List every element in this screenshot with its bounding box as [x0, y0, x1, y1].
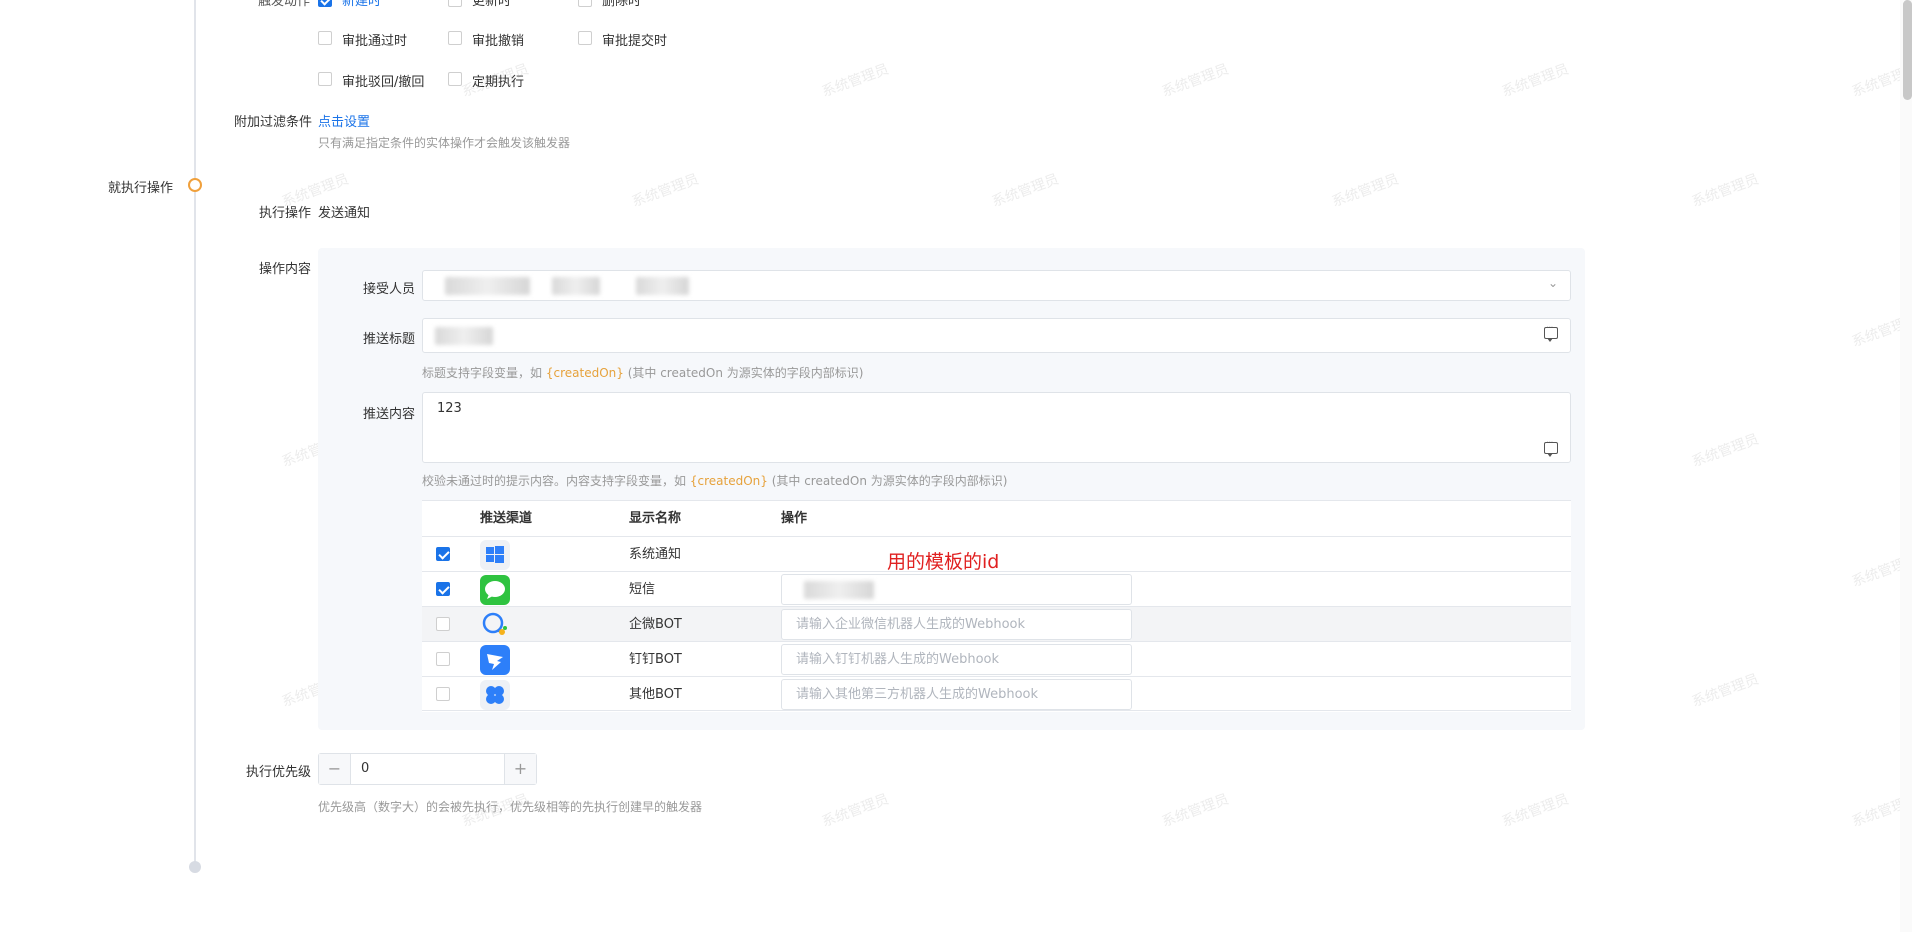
push-title-hint-text: 标题支持字段变量，如: [422, 366, 543, 380]
checkbox-approve-submit[interactable]: [578, 31, 592, 45]
other-bot-icon: [480, 680, 510, 710]
timeline-end: [189, 861, 201, 873]
push-title-label: 推送标题: [363, 332, 416, 347]
priority-decrement-button[interactable]: −: [319, 754, 351, 784]
row-checkbox[interactable]: [436, 687, 450, 701]
chevron-down-icon: ⌄: [1547, 276, 1558, 290]
dingtalk-webhook-input[interactable]: 请输入钉钉机器人生成的Webhook: [781, 644, 1132, 675]
dingtalk-icon: [480, 645, 510, 675]
watermark-text: 系统管理员: [989, 171, 1061, 211]
checkbox-approve-submit-label: 审批提交时: [602, 34, 668, 49]
checkbox-approve-revoke[interactable]: [448, 31, 462, 45]
watermark-text: 系统管理员: [1689, 671, 1761, 711]
sms-template-value: [804, 581, 874, 599]
receiver-select[interactable]: ⌄: [422, 270, 1571, 301]
other-webhook-input[interactable]: 请输入其他第三方机器人生成的Webhook: [781, 679, 1132, 710]
channel-table: 推送渠道 显示名称 操作 系统通知 短信 企微BOT 请输入企业微信机器人生成的…: [422, 500, 1571, 712]
action-content-label: 操作内容: [259, 262, 312, 277]
priority-hint: 优先级高（数字大）的会被先执行，优先级相等的先执行创建早的触发器: [318, 800, 703, 814]
checkbox-delete[interactable]: [578, 0, 592, 7]
watermark-text: 系统管理员: [1159, 791, 1231, 831]
header-display-name: 显示名称: [629, 511, 682, 526]
windows-icon: [480, 540, 510, 570]
table-row: 企微BOT 请输入企业微信机器人生成的Webhook: [422, 606, 1571, 641]
watermark-text: 系统管理员: [629, 171, 701, 211]
push-title-hint-note: (其中 createdOn 为源实体的字段内部标识): [627, 366, 864, 380]
row-checkbox[interactable]: [436, 582, 450, 596]
receiver-tag-3: [636, 277, 689, 295]
push-title-hint: 标题支持字段变量，如 {createdOn} (其中 createdOn 为源实…: [422, 364, 863, 381]
checkbox-approve-pass[interactable]: [318, 31, 332, 45]
checkbox-approve-reject[interactable]: [318, 72, 332, 86]
watermark-text: 系统管理员: [1329, 171, 1401, 211]
checkbox-create-label: 新建时: [342, 0, 382, 9]
sms-icon: [480, 575, 510, 605]
push-content-label: 推送内容: [363, 407, 416, 422]
receiver-label: 接受人员: [363, 282, 416, 297]
watermark-text: 系统管理员: [1499, 61, 1571, 101]
header-action: 操作: [781, 511, 808, 526]
checkbox-approve-pass-label: 审批通过时: [342, 34, 408, 49]
row-name: 钉钉BOT: [629, 652, 682, 667]
filter-setup-link[interactable]: 点击设置: [318, 111, 370, 130]
watermark-text: 系统管理员: [1689, 431, 1761, 471]
watermark-text: 系统管理员: [819, 791, 891, 831]
filter-label: 附加过滤条件: [234, 115, 313, 130]
checkbox-scheduled[interactable]: [448, 72, 462, 86]
row-checkbox[interactable]: [436, 652, 450, 666]
row-name: 企微BOT: [629, 617, 682, 632]
template-id-annotation: 用的模板的id: [887, 551, 1000, 573]
checkbox-approve-reject-label: 审批驳回/撤回: [342, 75, 425, 90]
priority-stepper: − 0 +: [318, 753, 537, 785]
watermark-text: 系统管理员: [1499, 791, 1571, 831]
checkbox-scheduled-label: 定期执行: [472, 75, 525, 90]
receiver-tag-2: [552, 277, 600, 295]
push-content-hint-note: (其中 createdOn 为源实体的字段内部标识): [771, 474, 1008, 488]
filter-hint: 只有满足指定条件的实体操作才会触发该触发器: [318, 136, 571, 150]
timeline-node: [188, 178, 202, 192]
row-name: 系统通知: [629, 547, 682, 562]
push-content-hint: 校验未通过时的提示内容。内容支持字段变量，如 {createdOn} (其中 c…: [422, 472, 1007, 489]
row-name: 其他BOT: [629, 687, 682, 702]
checkbox-update-label: 更新时: [472, 0, 512, 9]
section-title: 就执行操作: [108, 181, 174, 196]
row-name: 短信: [629, 582, 656, 597]
row-checkbox[interactable]: [436, 547, 450, 561]
watermark-text: 系统管理员: [1689, 171, 1761, 211]
priority-increment-button[interactable]: +: [504, 754, 536, 784]
priority-label: 执行优先级: [246, 765, 312, 780]
message-icon[interactable]: [1544, 323, 1558, 342]
checkbox-create[interactable]: [318, 0, 332, 7]
table-row: 短信: [422, 571, 1571, 606]
wecom-webhook-input[interactable]: 请输入企业微信机器人生成的Webhook: [781, 609, 1132, 640]
timeline-line: [194, 0, 196, 862]
trigger-action-label: 触发动作: [258, 0, 311, 9]
scrollbar-thumb[interactable]: [1903, 0, 1912, 100]
push-title-value: [435, 327, 493, 345]
push-title-hint-var: {createdOn}: [545, 366, 624, 380]
scrollbar-track[interactable]: [1900, 0, 1912, 932]
push-content-value: 123: [437, 401, 462, 416]
action-value: 发送通知: [318, 206, 371, 221]
sms-template-input[interactable]: [781, 574, 1132, 605]
priority-input[interactable]: 0: [361, 754, 369, 784]
table-row: 钉钉BOT 请输入钉钉机器人生成的Webhook: [422, 641, 1571, 676]
checkbox-delete-label: 删除时: [602, 0, 642, 9]
row-checkbox[interactable]: [436, 617, 450, 631]
receiver-tag-1: [445, 277, 530, 295]
push-content-hint-var: {createdOn}: [689, 474, 768, 488]
checkbox-approve-revoke-label: 审批撤销: [472, 34, 525, 49]
action-label: 执行操作: [259, 206, 312, 221]
push-title-input[interactable]: [422, 318, 1571, 353]
watermark-text: 系统管理员: [1159, 61, 1231, 101]
table-row: 其他BOT 请输入其他第三方机器人生成的Webhook: [422, 676, 1571, 711]
header-channel: 推送渠道: [480, 511, 533, 526]
message-icon[interactable]: [1544, 438, 1558, 457]
watermark-text: 系统管理员: [819, 61, 891, 101]
checkbox-update[interactable]: [448, 0, 462, 7]
wecom-icon: [480, 610, 510, 640]
push-content-textarea[interactable]: 123: [422, 392, 1571, 463]
push-content-hint-text: 校验未通过时的提示内容。内容支持字段变量，如: [422, 474, 687, 488]
